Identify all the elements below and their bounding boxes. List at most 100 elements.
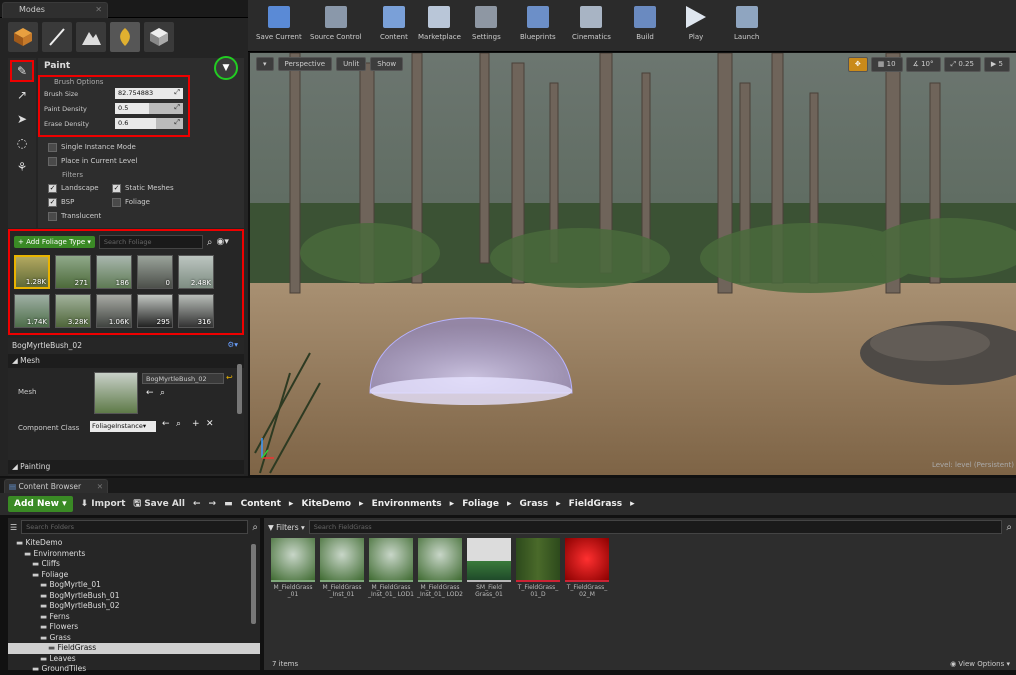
folder-item[interactable]: ▬ FieldGrass [8,643,260,654]
build-button[interactable]: Build [634,6,656,41]
static-meshes-checkbox[interactable]: ✓ [112,183,121,193]
breadcrumb-item[interactable]: Foliage [462,499,499,509]
spin-arrows-icon[interactable]: ⤢ [174,88,180,97]
folder-item[interactable]: ▬ Environments [8,549,260,560]
foliage-thumb[interactable]: 2.48K [178,255,214,289]
folder-item[interactable]: ▬ Ferns [8,612,260,623]
use-selected-arrow-icon[interactable]: ← [162,419,170,429]
folder-item[interactable]: ▬ Foliage [8,570,260,581]
search-icon[interactable]: ⌕ [207,237,213,248]
asset-tile[interactable]: SM_Field Grass_01 [466,538,512,598]
filter-static-meshes[interactable]: ✓ Static Meshes [112,181,198,195]
search-icon[interactable]: ⌕ [1006,522,1012,533]
foliage-thumb[interactable]: 271 [55,255,91,289]
single-instance-checkbox[interactable] [48,142,57,152]
foliage-thumb[interactable]: 3.28K [55,294,91,328]
view-options-button[interactable]: ◉ View Options ▾ [950,660,1010,668]
back-arrow-icon[interactable]: ← [193,499,201,509]
translucent-checkbox[interactable] [48,211,57,221]
folder-item[interactable]: ▬ BogMyrtleBush_01 [8,591,260,602]
folder-item[interactable]: ▬ BogMyrtle_01 [8,580,260,591]
filter-landscape[interactable]: ✓ Landscape [48,181,112,195]
mesh-dropdown[interactable]: BogMyrtleBush_02 [142,373,224,384]
use-selected-arrow-icon[interactable]: ← [146,388,154,398]
settings-button[interactable]: Settings [472,6,501,41]
clear-icon[interactable]: ✕ [206,419,214,429]
brush-size-field[interactable]: 82.754883 ⤢ [115,88,183,99]
show-button[interactable]: Show [370,57,404,71]
paint-density-field[interactable]: 0.5 ⤢ [115,103,183,114]
folder-item[interactable]: ▬ Flowers [8,622,260,633]
foliage-thumb[interactable]: 1.28K [14,255,50,289]
view-mode-button[interactable]: Unlit [336,57,367,71]
reset-arrow-icon[interactable]: ↩ [226,373,233,382]
translate-icon[interactable]: ✥ [847,57,868,72]
foliage-checkbox[interactable] [112,197,121,207]
details-scrollbar[interactable] [237,364,242,414]
forward-arrow-icon[interactable]: → [209,499,217,509]
component-class-dropdown[interactable]: FoliageInstance▾ [90,421,156,432]
mesh-group-header[interactable]: ◢ Mesh [8,354,244,368]
search-folders-input[interactable]: Search Folders [21,520,249,534]
single-instance-row[interactable]: Single Instance Mode [48,140,198,154]
close-icon[interactable]: ✕ [97,482,103,491]
search-assets-input[interactable]: Search FieldGrass [308,520,1003,534]
asset-tile[interactable]: M_FieldGrass _Inst_01_ LOD2 [417,538,463,598]
fill-tool-button[interactable]: ⚘ [10,156,34,178]
folder-tree-icon[interactable]: ☰ [10,523,17,532]
painting-group-header[interactable]: ◢ Painting [8,460,244,474]
foliage-thumb[interactable]: 1.06K [96,294,132,328]
foliage-thumb[interactable]: 295 [137,294,173,328]
play-button[interactable]: Play [686,6,706,41]
source-control-button[interactable]: Source Control [310,6,362,41]
save-all-button[interactable]: 🖫 Save All [133,496,185,512]
rotation-snap-button[interactable]: ∡ 10° [905,57,941,72]
paint-mode-button[interactable] [42,22,72,52]
place-current-level-row[interactable]: Place in Current Level [48,154,198,168]
filters-button[interactable]: ▼ Filters ▾ [268,523,305,532]
options-toggle-button[interactable]: ▼ [214,56,238,80]
search-icon[interactable]: ⌕ [252,522,258,533]
foliage-thumb[interactable]: 186 [96,255,132,289]
breadcrumb-item[interactable]: Environments [372,499,442,509]
scale-snap-button[interactable]: ⤢ 0.25 [943,57,981,72]
spin-arrows-icon[interactable]: ⤢ [174,118,180,127]
close-icon[interactable]: ✕ [95,5,102,14]
asset-tile[interactable]: M_FieldGrass _Inst_01 [319,538,365,598]
breadcrumb-item[interactable]: KiteDemo [301,499,351,509]
folder-item[interactable]: ▬ KiteDemo [8,538,260,549]
spin-arrows-icon[interactable]: ⤢ [174,103,180,112]
eye-icon[interactable]: ◉▾ [217,237,229,247]
breadcrumb-item[interactable]: Grass [520,499,549,509]
folder-item[interactable]: ▬ BogMyrtleBush_02 [8,601,260,612]
level-viewport[interactable]: ▾ Perspective Unlit Show ✥ ▦ 10 ∡ 10° ⤢ … [250,53,1016,475]
folder-item[interactable]: ▬ Leaves [8,654,260,665]
modes-tab[interactable]: Modes ✕ [2,2,108,18]
breadcrumb-item[interactable]: FieldGrass [569,499,622,509]
add-new-button[interactable]: Add New ▾ [8,496,73,512]
add-icon[interactable]: + [192,419,200,429]
add-foliage-type-button[interactable]: + Add Foliage Type ▾ [14,236,95,248]
settings-icon[interactable]: ⚙▾ [228,340,239,349]
folder-item[interactable]: ▬ Grass [8,633,260,644]
mesh-thumbnail[interactable] [94,372,138,414]
paint-tool-button[interactable]: ✎ [10,60,34,82]
folder-item[interactable]: ▬ Cliffs [8,559,260,570]
place-mode-button[interactable] [8,22,38,52]
save-current-button[interactable]: Save Current [256,6,302,41]
foliage-thumb[interactable]: 1.74K [14,294,50,328]
foliage-mode-button[interactable] [110,22,140,52]
filter-bsp[interactable]: ✓ BSP [48,195,112,209]
asset-tile[interactable]: M_FieldGrass _Inst_01_ LOD1 [368,538,414,598]
content-button[interactable]: Content [380,6,408,41]
asset-tile[interactable]: T_FieldGrass_ 01_D [515,538,561,598]
marketplace-button[interactable]: Marketplace [418,6,461,41]
landscape-checkbox[interactable]: ✓ [48,183,57,193]
place-current-level-checkbox[interactable] [48,156,57,166]
select-tool-button[interactable]: ➤ [10,108,34,130]
geometry-mode-button[interactable] [144,22,174,52]
perspective-button[interactable]: Perspective [277,57,333,71]
erase-density-field[interactable]: 0.6 ⤢ [115,118,183,129]
camera-speed-button[interactable]: ▶ 5 [983,57,1010,72]
blueprints-button[interactable]: Blueprints [520,6,556,41]
